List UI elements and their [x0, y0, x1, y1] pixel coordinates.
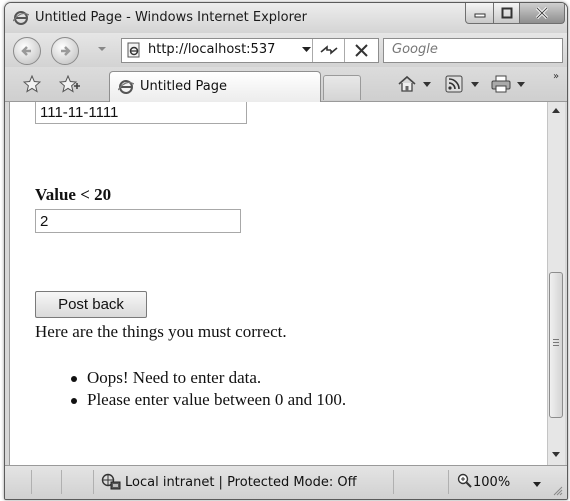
maximize-icon	[501, 7, 513, 19]
close-icon	[535, 7, 549, 19]
address-separator	[312, 39, 313, 62]
page-content: 111-11-1111 Value < 20 2 Post back Here …	[9, 102, 548, 465]
refresh-icon[interactable]	[318, 40, 340, 60]
window-title: Untitled Page - Windows Internet Explore…	[35, 10, 308, 25]
favorites-star-icon[interactable]	[23, 75, 41, 93]
value-input-text: 2	[40, 213, 49, 230]
print-icon[interactable]	[491, 75, 511, 93]
ie-page-icon	[118, 80, 134, 94]
add-favorites-icon[interactable]	[59, 75, 81, 93]
scrollbar-thumb[interactable]	[549, 272, 563, 418]
maximize-button[interactable]	[493, 3, 521, 24]
zoom-dropdown-icon[interactable]	[533, 482, 541, 487]
bullet	[71, 398, 77, 404]
address-separator	[344, 39, 345, 62]
search-box[interactable]: Google	[383, 38, 563, 63]
validation-error-list: Oops! Need to enter data. Please enter v…	[65, 368, 346, 412]
print-dropdown-icon[interactable]	[517, 82, 525, 87]
feeds-dropdown-icon[interactable]	[471, 82, 479, 87]
local-intranet-icon	[101, 473, 121, 490]
address-bar[interactable]: http://localhost:537	[121, 38, 379, 63]
forward-button[interactable]	[51, 37, 79, 65]
tab-bar: Untitled Page »	[5, 67, 567, 102]
recent-pages-dropdown-icon[interactable]	[97, 45, 107, 53]
post-back-button[interactable]: Post back	[35, 291, 147, 318]
status-pane	[5, 470, 32, 494]
zoom-level[interactable]: 100%	[473, 475, 510, 490]
resize-grip-icon[interactable]	[553, 486, 563, 496]
feeds-icon[interactable]	[445, 75, 463, 93]
ie-icon	[13, 11, 29, 25]
status-pane	[61, 470, 94, 494]
new-tab-button[interactable]	[323, 75, 361, 100]
ssn-value: 111-11-1111	[40, 104, 119, 121]
close-button[interactable]	[519, 3, 565, 24]
error-message: Oops! Need to enter data.	[87, 368, 262, 387]
search-placeholder: Google	[392, 42, 438, 57]
scroll-grip-icon	[553, 339, 559, 348]
value-label: Value < 20	[35, 185, 112, 204]
forward-arrow-icon	[61, 46, 71, 56]
more-commands-icon[interactable]: »	[553, 71, 559, 82]
page-icon	[127, 42, 140, 58]
browser-window: Untitled Page - Windows Internet Explore…	[4, 2, 568, 500]
back-arrow-icon	[21, 46, 31, 56]
tab-untitled-page[interactable]: Untitled Page	[109, 71, 321, 102]
status-pane	[31, 470, 62, 494]
scroll-down-arrow-icon[interactable]	[552, 452, 560, 457]
home-icon[interactable]	[397, 75, 417, 93]
vertical-scrollbar[interactable]	[547, 102, 565, 465]
list-item: Please enter value between 0 and 100.	[65, 390, 346, 412]
security-zone-text[interactable]: Local intranet | Protected Mode: Off	[125, 475, 357, 490]
back-button[interactable]	[13, 37, 41, 65]
title-bar: Untitled Page - Windows Internet Explore…	[5, 3, 567, 33]
minimize-icon	[474, 13, 486, 18]
home-dropdown-icon[interactable]	[423, 82, 431, 87]
zoom-magnifier-icon[interactable]	[457, 473, 473, 489]
minimize-button[interactable]	[465, 3, 495, 24]
error-message: Please enter value between 0 and 100.	[87, 390, 347, 409]
address-dropdown-icon[interactable]	[302, 47, 311, 53]
stop-icon[interactable]	[352, 39, 372, 61]
status-bar: Local intranet | Protected Mode: Off 100…	[5, 465, 567, 499]
ssn-input[interactable]: 111-11-1111	[35, 102, 247, 124]
address-url[interactable]: http://localhost:537	[148, 42, 275, 57]
validation-summary-header: Here are the things you must correct.	[35, 322, 287, 341]
navigation-bar: http://localhost:537 Google	[5, 33, 567, 67]
bullet	[71, 376, 77, 382]
tab-title: Untitled Page	[140, 79, 228, 94]
scroll-up-arrow-icon[interactable]	[552, 108, 560, 113]
status-pane	[393, 470, 449, 494]
value-input[interactable]: 2	[35, 209, 241, 233]
list-item: Oops! Need to enter data.	[65, 368, 346, 390]
